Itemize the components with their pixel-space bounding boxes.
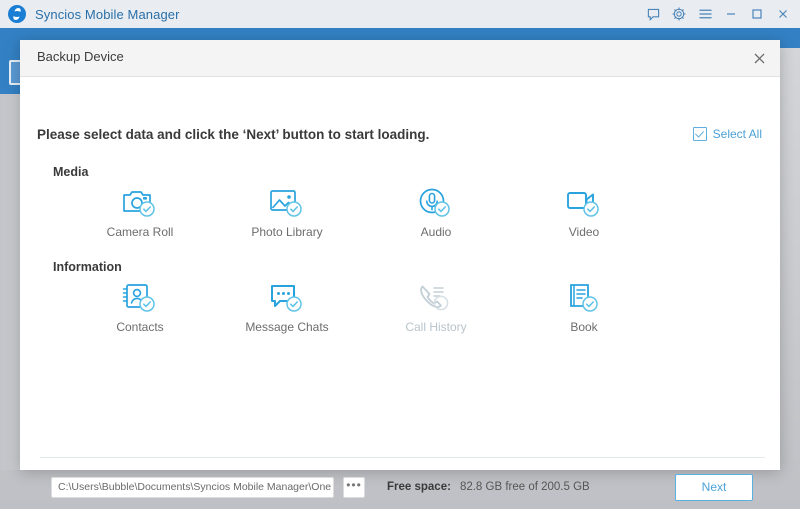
data-type-call-history[interactable]: Call History [361,277,511,334]
syncios-logo-icon [8,5,26,23]
data-type-audio[interactable]: Audio [361,182,511,239]
data-type-contacts[interactable]: Contacts [65,277,215,334]
section-label-information: Information [53,260,122,274]
item-label: Audio [361,225,511,239]
title-bar: Syncios Mobile Manager [0,0,800,29]
contact-card-icon [65,277,215,317]
item-label: Book [509,320,659,334]
free-space-value: 82.8 GB free of 200.5 GB [460,481,590,493]
backup-device-dialog: Backup Device Please select data and cli… [20,40,780,470]
gear-icon[interactable] [666,2,692,26]
select-all-label: Select All [713,127,762,141]
chat-bubble-icon [212,277,362,317]
free-space-info: Free space: 82.8 GB free of 200.5 GB [387,481,590,493]
backup-path-input[interactable]: C:\Users\Bubble\Documents\Syncios Mobile… [51,477,334,498]
window-controls [640,0,796,28]
data-type-camera-roll[interactable]: Camera Roll [65,182,215,239]
dialog-body: Please select data and click the ‘Next’ … [20,77,780,471]
application-window: Syncios Mobile Manager [0,0,800,509]
photo-icon [212,182,362,222]
dialog-close-icon[interactable] [746,46,772,70]
item-label: Photo Library [212,225,362,239]
app-title: Syncios Mobile Manager [35,7,180,22]
section-label-media: Media [53,165,88,179]
dialog-header: Backup Device [20,40,780,77]
data-type-video[interactable]: Video [509,182,659,239]
media-items-row: Camera Roll Photo Library [20,182,780,250]
free-space-label: Free space: [387,481,451,493]
phone-call-icon [361,277,511,317]
dialog-footer: C:\Users\Bubble\Documents\Syncios Mobile… [20,467,780,507]
menu-icon[interactable] [692,2,718,26]
item-label: Video [509,225,659,239]
instruction-text: Please select data and click the ‘Next’ … [37,127,429,142]
information-items-row: Contacts Message Chats [20,277,780,345]
feedback-icon[interactable] [640,2,666,26]
data-type-photo-library[interactable]: Photo Library [212,182,362,239]
item-label: Contacts [65,320,215,334]
footer-divider [40,457,765,458]
dialog-title: Backup Device [37,49,124,64]
book-icon [509,277,659,317]
data-type-message-chats[interactable]: Message Chats [212,277,362,334]
checkbox-checked-icon[interactable] [693,127,707,141]
item-label: Message Chats [212,320,362,334]
minimize-icon[interactable] [718,2,744,26]
item-label: Camera Roll [65,225,215,239]
select-all-control[interactable]: Select All [693,127,762,141]
close-icon[interactable] [770,2,796,26]
maximize-icon[interactable] [744,2,770,26]
next-button[interactable]: Next [675,474,753,501]
microphone-icon [361,182,511,222]
data-type-book[interactable]: Book [509,277,659,334]
browse-button[interactable]: ••• [343,477,365,498]
item-label: Call History [361,320,511,334]
camera-icon [65,182,215,222]
video-camera-icon [509,182,659,222]
